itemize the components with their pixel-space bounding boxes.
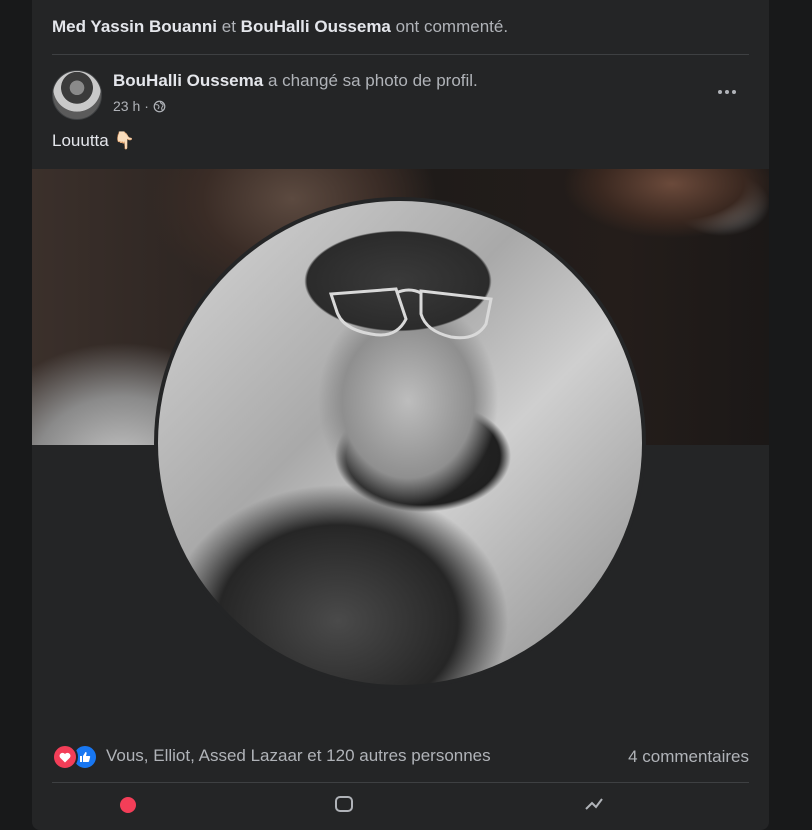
reaction-icons[interactable] [52,744,98,770]
activity-verb: ont commenté. [395,17,509,36]
activity-header: Med Yassin Bouanni et BouHalli Oussema o… [52,17,508,37]
globe-icon [153,100,166,112]
more-dot [725,90,729,94]
like-action-icon[interactable] [118,795,138,815]
author-avatar[interactable] [52,70,102,120]
more-dot [732,90,736,94]
actions-divider [52,782,749,783]
comment-count[interactable]: 4 commentaires [628,747,749,767]
activity-connector: et [221,17,236,36]
glasses-detail [328,287,493,340]
more-dot [718,90,722,94]
post-card: Med Yassin Bouanni et BouHalli Oussema o… [32,0,769,830]
activity-actor-2[interactable]: BouHalli Oussema [241,17,391,36]
profile-photo[interactable] [158,201,642,685]
post-time[interactable]: 23 h [113,98,140,114]
post-author-line: BouHalli Oussema a changé sa photo de pr… [113,71,478,91]
activity-actor-1[interactable]: Med Yassin Bouanni [52,17,217,36]
comment-action-icon[interactable] [334,795,354,815]
post-meta: 23 h · [113,98,166,114]
header-divider [52,54,749,55]
reactions-summary: Vous, Elliot, Assed Lazaar et 120 autres… [52,744,491,770]
share-action-icon[interactable] [584,795,604,815]
heart-reaction-icon [52,744,78,770]
reaction-names[interactable]: Vous, Elliot, Assed Lazaar et 120 autres… [106,746,491,766]
post-text: Louutta 👇🏻 [52,131,135,150]
more-options-icon[interactable] [715,82,739,102]
author-name[interactable]: BouHalli Oussema [113,71,263,90]
meta-separator: · [144,98,149,114]
post-action: a changé sa photo de profil. [267,71,478,90]
